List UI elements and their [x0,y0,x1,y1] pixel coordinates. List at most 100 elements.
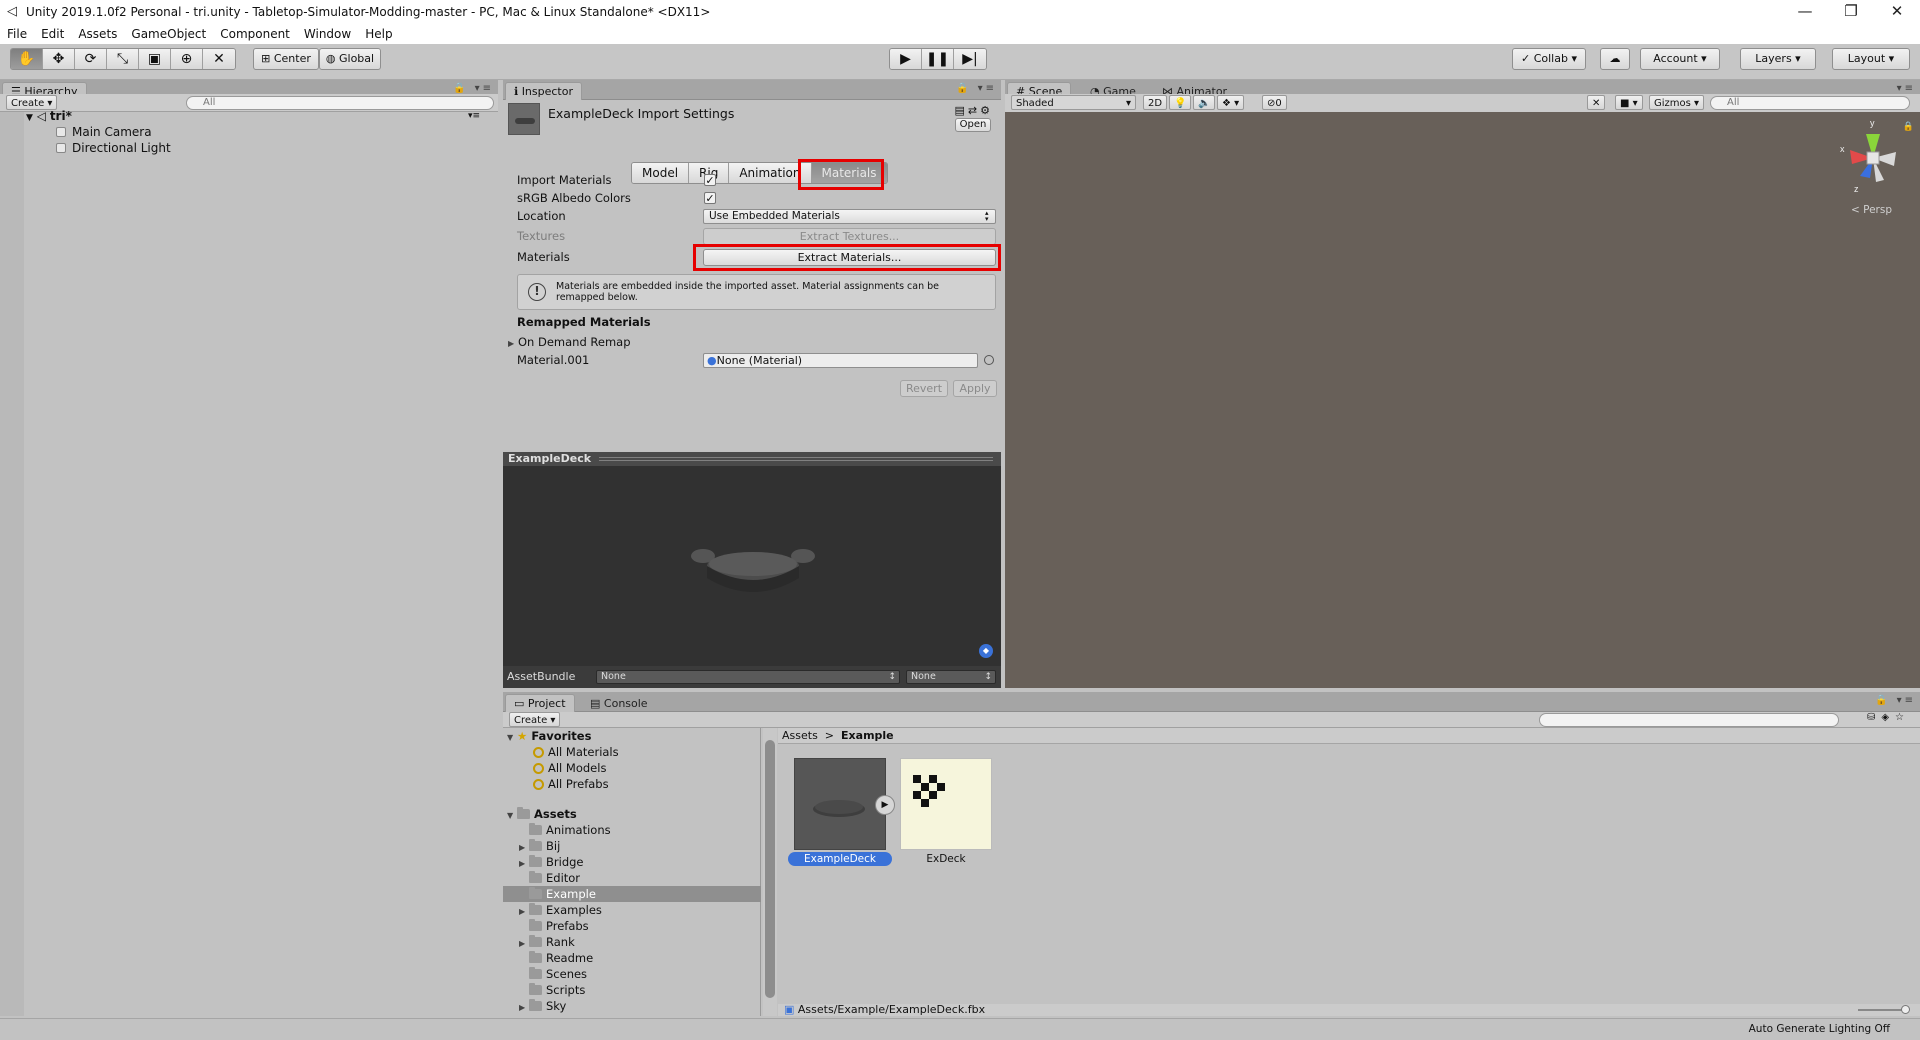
expand-asset-icon[interactable]: ▶ [875,795,895,815]
asset-thumbnail[interactable] [900,758,992,850]
custom-tool-icon[interactable]: ✕ [203,49,235,69]
collab-button[interactable]: ✓ Collab ▾ [1512,48,1586,70]
effects-toggle-icon[interactable]: ❖ ▾ [1217,95,1245,110]
menu-component[interactable]: Component [213,27,297,41]
revert-button[interactable]: Revert [900,380,948,397]
preview-header[interactable]: ExampleDeck [503,452,1001,466]
breadcrumb-assets[interactable]: Assets [782,729,818,742]
panel-menu-icon[interactable]: 🔒 ▾≡ [1875,695,1916,706]
panel-menu-icon[interactable]: 🔒 ▾≡ [453,83,494,94]
label-tag-icon[interactable]: ◆ [979,644,993,658]
menu-assets[interactable]: Assets [71,27,124,41]
move-tool-icon[interactable]: ✥ [43,49,75,69]
tools-icon[interactable]: ✕ [1587,95,1606,110]
folder-item[interactable]: Scenes [519,966,759,982]
panel-menu-icon[interactable]: ▾≡ [1897,83,1916,94]
folder-item[interactable]: Prefabs [519,918,759,934]
folder-item[interactable]: ▶ Bij [519,838,759,854]
scrollbar-thumb[interactable] [765,740,775,998]
pause-icon[interactable]: ❚❚ [922,49,954,69]
layers-dropdown[interactable]: Layers ▾ [1740,48,1816,70]
gizmos-dropdown[interactable]: Gizmos ▾ [1649,95,1705,110]
2d-toggle[interactable]: 2D [1143,95,1168,110]
assets-header[interactable]: ▼ Assets [507,806,577,822]
scale-tool-icon[interactable]: ⤡ [107,49,139,69]
lock-icon[interactable]: 🔒 [1903,122,1914,132]
tab-inspector[interactable]: ℹ Inspector [505,82,582,100]
transform-tool-icon[interactable]: ⊕ [171,49,203,69]
lighting-toggle-icon[interactable]: 💡 [1169,95,1192,110]
folder-item[interactable]: Editor [519,870,759,886]
location-dropdown[interactable]: Use Embedded Materials [703,209,996,224]
project-search-input[interactable] [1539,713,1839,727]
folder-item[interactable]: Animations [519,822,759,838]
rect-tool-icon[interactable]: ▣ [139,49,171,69]
pivot-global-button[interactable]: ◍ Global [319,48,381,70]
tab-model[interactable]: Model [632,163,690,183]
star-icon[interactable]: ☆ [1895,712,1910,723]
favorites-header[interactable]: ▼ ★ Favorites [507,728,591,744]
minimize-button[interactable]: — [1782,0,1828,24]
folder-item[interactable]: Readme [519,950,759,966]
menu-edit[interactable]: Edit [34,27,71,41]
hidden-objects-toggle[interactable]: ⊘0 [1262,95,1287,110]
breadcrumb-example[interactable]: Example [841,729,894,742]
on-demand-remap-foldout[interactable]: ▶ On Demand Remap [508,333,631,351]
folder-tree-scrollbar[interactable] [763,728,777,1016]
menu-gameobject[interactable]: GameObject [124,27,213,41]
scene-view[interactable]: y x z < Persp 🔒 [1005,112,1920,688]
layout-dropdown[interactable]: Layout ▾ [1832,48,1910,70]
apply-button[interactable]: Apply [953,380,997,397]
extract-textures-button[interactable]: Extract Textures... [703,228,996,245]
folder-item[interactable]: ▶ Examples [519,902,759,918]
asset-label[interactable]: ExDeck [900,852,992,866]
preview-drag-grip[interactable] [599,457,993,461]
hand-tool-icon[interactable]: ✋ [11,49,43,69]
menu-file[interactable]: File [0,27,34,41]
menu-window[interactable]: Window [297,27,358,41]
scene-gizmo[interactable]: y x z [1838,118,1908,198]
tab-console[interactable]: ▤ Console [581,694,657,712]
thumbnail-size-slider[interactable] [1858,1005,1910,1014]
assetbundle-variant-dropdown[interactable]: None [906,670,996,684]
panel-menu-icon[interactable]: 🔒 ▾≡ [956,83,997,94]
assetbundle-dropdown[interactable]: None [596,670,900,684]
filter-label-icon[interactable]: ◈ [1881,712,1895,723]
mesh-preview[interactable]: ◆ [503,466,1001,666]
folder-item-selected[interactable]: Example [503,886,761,902]
settings-gear-icon[interactable]: ⚙ [980,104,993,117]
material-object-field[interactable]: ●None (Material) [703,353,978,368]
folder-item[interactable]: ▶ Bridge [519,854,759,870]
project-create-button[interactable]: Create ▾ [509,712,561,727]
folder-item[interactable]: Scripts [519,982,759,998]
help-book-icon[interactable]: ▤ [955,104,968,117]
shading-mode-dropdown[interactable]: Shaded ▾ [1011,95,1136,110]
hierarchy-item[interactable]: Directional Light [56,140,171,156]
cloud-button[interactable]: ☁ [1600,48,1630,70]
play-icon[interactable]: ▶ [890,49,922,69]
account-button[interactable]: Account ▾ [1640,48,1720,70]
import-materials-checkbox[interactable]: ✓ [704,174,716,186]
rotate-tool-icon[interactable]: ⟳ [75,49,107,69]
favorite-item[interactable]: All Prefabs [533,776,609,792]
preset-icon[interactable]: ⇄ [968,104,980,117]
scene-search-input[interactable]: All [1710,96,1910,110]
maximize-button[interactable]: ❐ [1828,0,1874,24]
slider-handle[interactable] [1901,1005,1910,1014]
camera-icon[interactable]: ■ ▾ [1615,95,1643,110]
hierarchy-item[interactable]: Main Camera [56,124,152,140]
asset-thumbnail[interactable]: ▶ [794,758,895,850]
menu-help[interactable]: Help [358,27,399,41]
open-button[interactable]: Open [955,118,991,132]
object-picker-icon[interactable] [984,355,994,365]
close-button[interactable]: ✕ [1874,0,1920,24]
tab-project[interactable]: ▭ Project [505,694,575,712]
folder-item[interactable]: ▶ Rank [519,934,759,950]
asset-label-selected[interactable]: ExampleDeck [788,852,892,866]
favorite-item[interactable]: All Materials [533,744,619,760]
filter-type-icon[interactable]: ⛁ [1867,712,1881,723]
projection-label[interactable]: < Persp [1851,204,1892,216]
srgb-checkbox[interactable]: ✓ [704,192,716,204]
hierarchy-scene-row[interactable]: ▼ ◁ tri* ▾≡ [26,108,496,124]
scene-menu-icon[interactable]: ▾≡ [468,108,480,124]
